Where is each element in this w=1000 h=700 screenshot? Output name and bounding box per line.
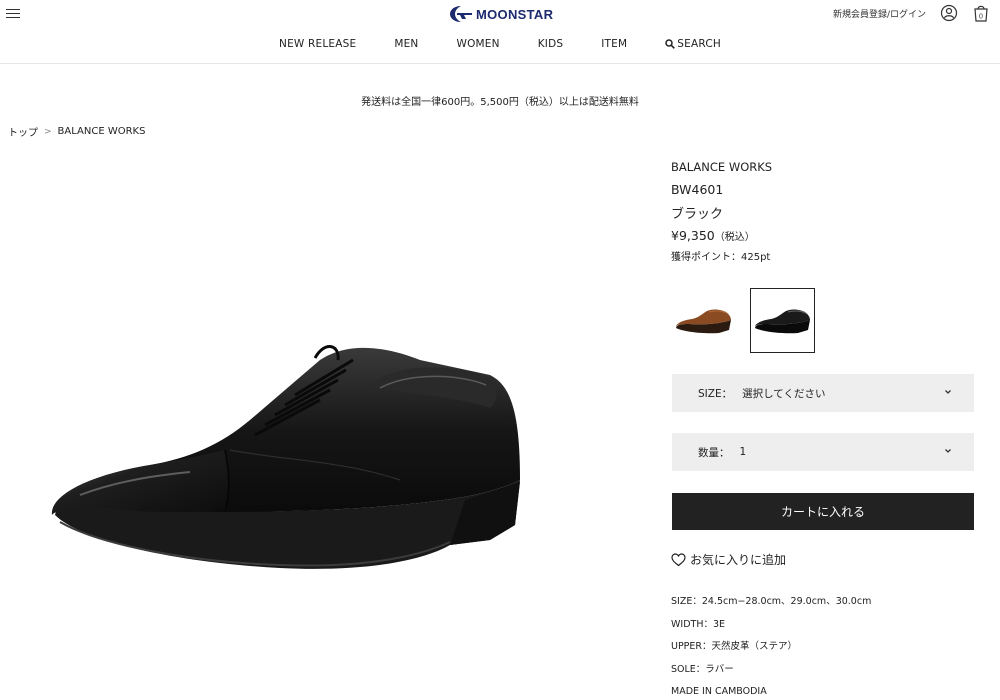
product-specs: SIZE：24.5cm−28.0cm、29.0cm、30.0cm WIDTH：3…	[671, 594, 871, 700]
nav-kids[interactable]: KIDS	[538, 38, 564, 50]
breadcrumb-separator: >	[44, 126, 52, 137]
add-to-cart-button[interactable]: カートに入れる	[672, 493, 974, 530]
chevron-down-icon	[945, 390, 951, 394]
search-icon	[665, 39, 676, 49]
spec-origin: MADE IN CAMBODIA	[671, 686, 767, 697]
breadcrumb: トップ > BALANCE WORKS	[8, 124, 145, 139]
spec-width: WIDTH：3E	[671, 618, 726, 630]
chevron-down-icon	[945, 449, 951, 453]
brown-shoe-thumbnail	[675, 308, 731, 333]
login-link[interactable]: 新規会員登録/ログイン	[833, 7, 926, 20]
menu-icon[interactable]	[6, 6, 20, 20]
product-points: 獲得ポイント：425pt	[671, 252, 771, 263]
breadcrumb-home[interactable]: トップ	[8, 124, 38, 139]
search-label: SEARCH	[677, 38, 721, 50]
svg-text:0: 0	[979, 14, 983, 21]
tax-label: （税込）	[714, 232, 755, 243]
add-to-favorites[interactable]: お気に入りに追加	[671, 551, 786, 568]
spec-size: SIZE：24.5cm−28.0cm、29.0cm、30.0cm	[671, 596, 872, 607]
product-color: ブラック	[671, 207, 724, 222]
logo-text: MOONSTAR	[476, 6, 554, 22]
favorite-label: お気に入りに追加	[690, 553, 787, 567]
site-logo[interactable]: MOONSTAR	[449, 4, 553, 24]
price-value: ¥9,350	[671, 228, 715, 243]
product-image[interactable]	[20, 300, 560, 630]
size-select-value: 選択してください	[742, 387, 826, 400]
nav-new-release[interactable]: NEW RELEASE	[279, 38, 356, 50]
color-swatches	[671, 288, 815, 353]
spec-sole: SOLE：ラバー	[671, 663, 734, 675]
moonstar-logo-icon	[450, 6, 472, 22]
heart-icon	[671, 552, 686, 566]
product-price: ¥9,350（税込）	[671, 228, 974, 243]
black-shoe-thumbnail	[754, 308, 810, 333]
account-icon[interactable]	[940, 4, 958, 22]
quantity-select[interactable]: 数量： 1	[672, 433, 974, 471]
spec-upper: UPPER：天然皮革（ステア）	[671, 641, 798, 652]
product-brand: BALANCE WORKS	[671, 160, 773, 174]
nav-item[interactable]: ITEM	[601, 38, 627, 50]
nav-search[interactable]: SEARCH	[665, 38, 721, 50]
product-info: BALANCE WORKS BW4601 ブラック ¥9,350（税込） 獲得ポ…	[671, 158, 974, 263]
nav-men[interactable]: MEN	[394, 38, 418, 50]
quantity-select-value: 1	[739, 446, 747, 458]
main-nav: NEW RELEASE MEN WOMEN KIDS ITEM SEARCH	[0, 38, 1000, 50]
swatch-brown[interactable]	[671, 288, 736, 353]
quantity-select-label: 数量：	[698, 446, 730, 459]
product-model: BW4601	[671, 182, 724, 197]
shipping-notice: 発送料は全国一律600円。5,500円（税込）以上は配送料無料	[361, 97, 639, 108]
swatch-black[interactable]	[750, 288, 815, 353]
cart-icon[interactable]: 0	[972, 4, 990, 22]
site-header: MOONSTAR 新規会員登録/ログイン 0 NEW RELEASE MEN W…	[0, 0, 1000, 64]
size-select[interactable]: SIZE： 選択してください	[672, 374, 974, 412]
nav-women[interactable]: WOMEN	[457, 38, 500, 50]
breadcrumb-current: BALANCE WORKS	[57, 126, 146, 137]
header-actions: 新規会員登録/ログイン 0	[833, 4, 990, 22]
size-select-label: SIZE：	[698, 387, 733, 400]
